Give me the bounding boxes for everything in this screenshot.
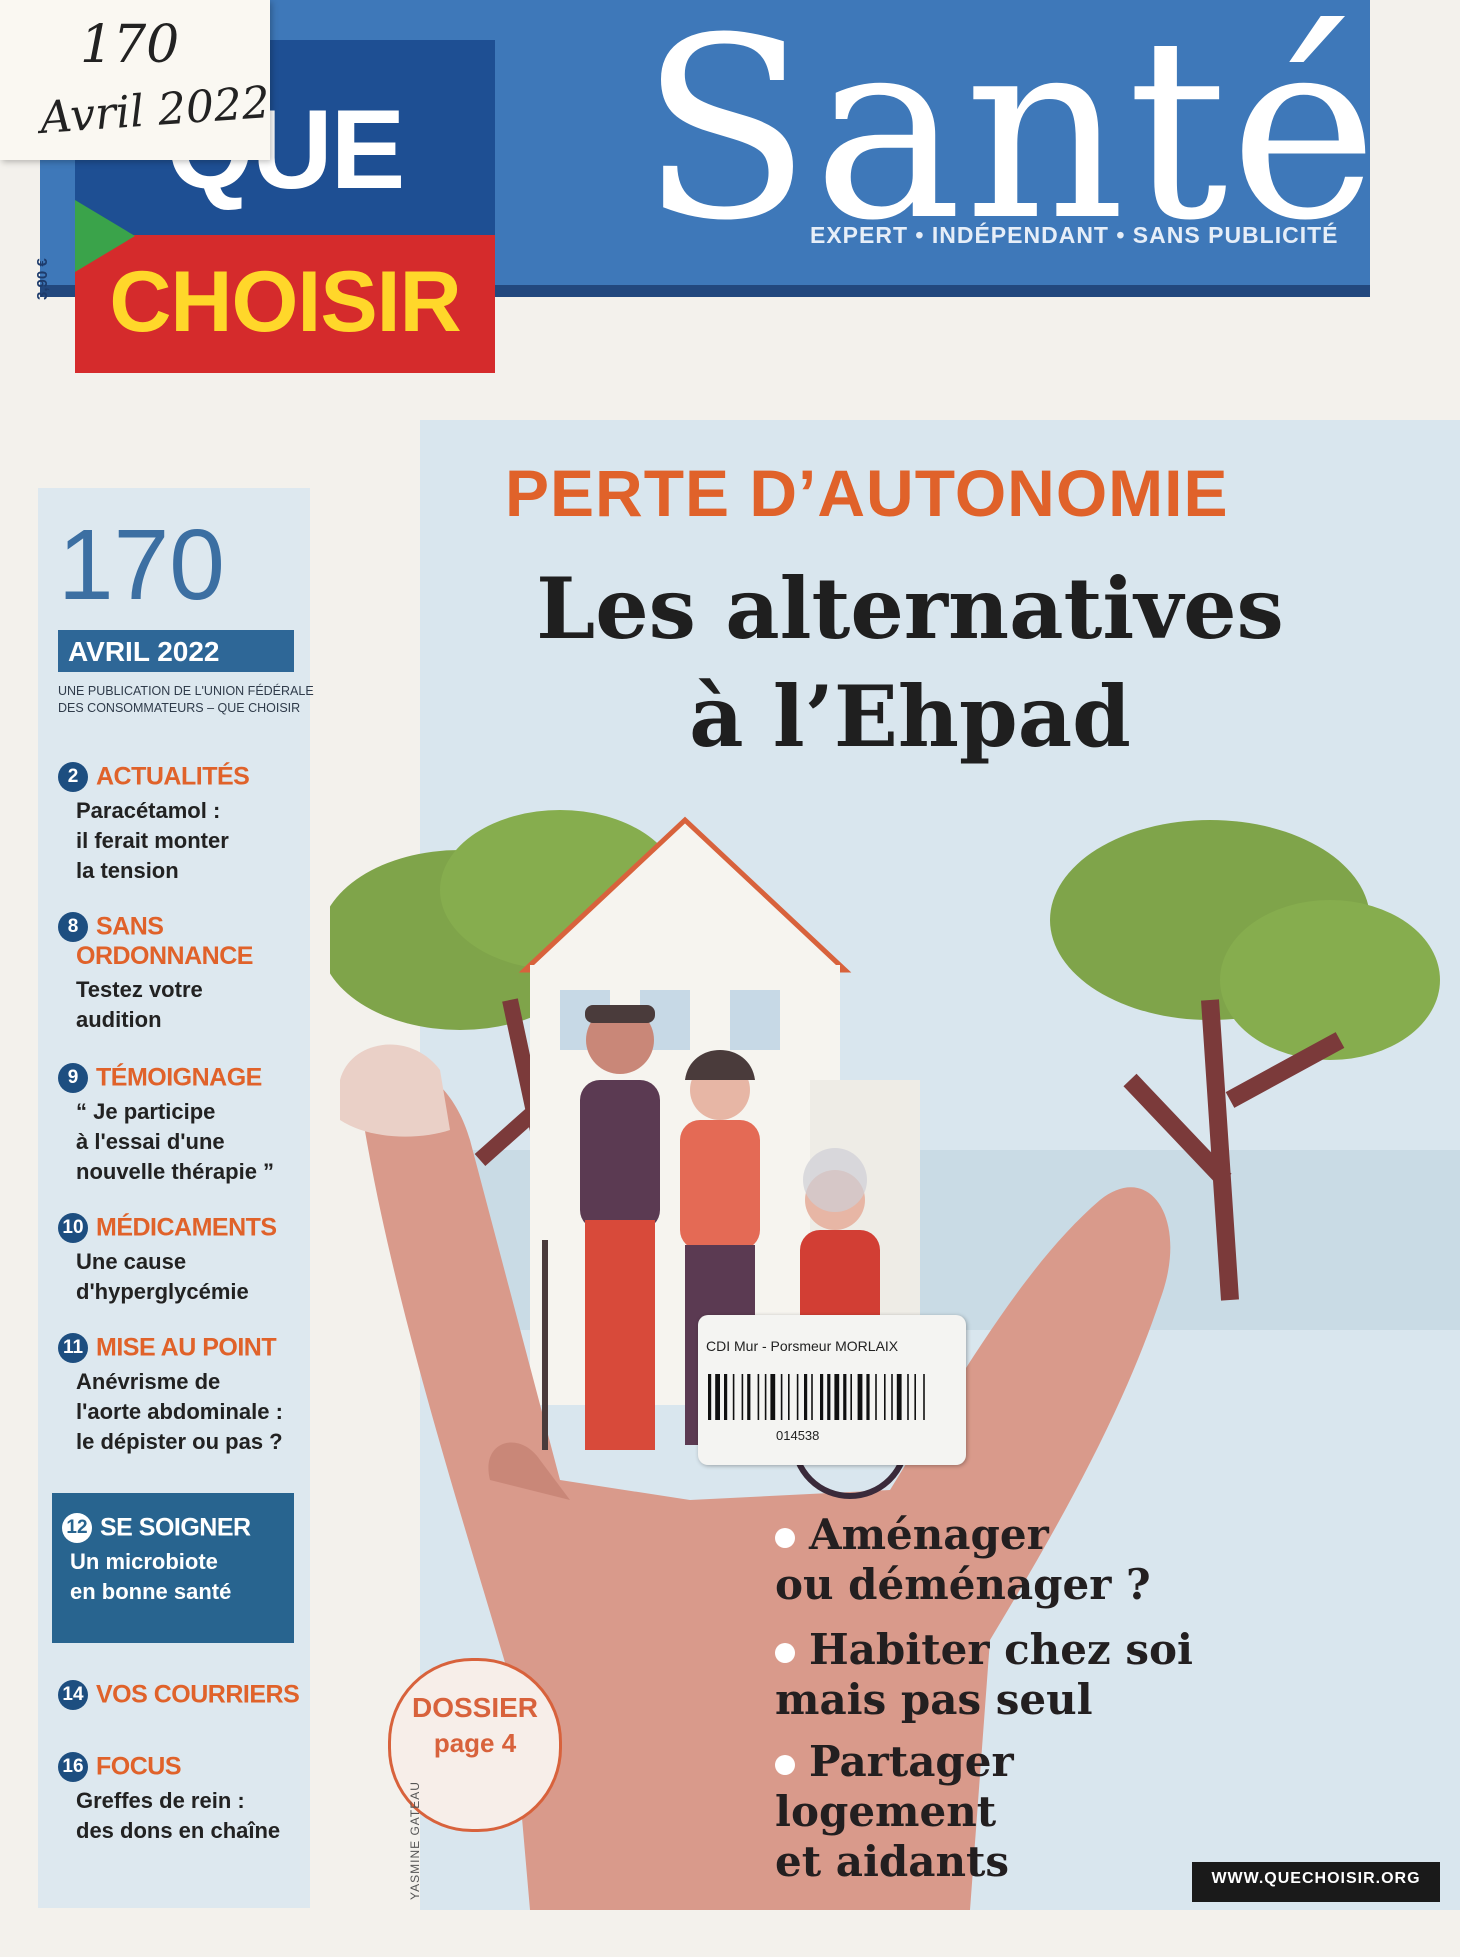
- barcode-icon: [708, 1374, 925, 1420]
- toc-section-continued: ORDONNANCE: [76, 942, 253, 970]
- illustrator-credit: YASMINE GATEAU: [408, 1781, 422, 1900]
- toc-page-number: 11: [58, 1333, 88, 1363]
- toc-description: Anévrisme de l'aorte abdominale : le dép…: [76, 1369, 283, 1454]
- toc-page-number: 9: [58, 1063, 88, 1093]
- toc-section: VOS COURRIERS: [96, 1680, 300, 1709]
- toc-description: Une cause d'hyperglycémie: [76, 1249, 249, 1304]
- toc-description: Greffes de rein : des dons en chaîne: [76, 1788, 281, 1843]
- publisher-note: UNE PUBLICATION DE L'UNION FÉDÉRALE DES …: [58, 684, 314, 715]
- toc-section: TÉMOIGNAGE: [96, 1063, 262, 1092]
- headline-kicker: PERTE D’AUTONOMIE: [505, 456, 1229, 530]
- library-sticker-label: CDI Mur - Porsmeur MORLAIX: [706, 1338, 899, 1354]
- toc-item: 9 TÉMOIGNAGE “ Je participe à l'essai d'u…: [58, 1063, 318, 1187]
- toc-page-number: 16: [58, 1752, 88, 1782]
- toc-description: “ Je participe à l'essai d'une nouvelle …: [76, 1099, 275, 1184]
- toc-section: SANS: [96, 912, 164, 941]
- toc-item: 11 MISE AU POINT Anévrisme de l'aorte abd…: [58, 1333, 318, 1457]
- toc-item: 2 ACTUALITÉS Paracétamol : il ferait mont…: [58, 762, 318, 886]
- toc-item: 8 SANS ORDONNANCE Testez votre audition: [58, 912, 318, 1035]
- toc-item: 10 MÉDICAMENTS Une cause d'hyperglycémie: [58, 1213, 318, 1307]
- toc-page-number: 14: [58, 1680, 88, 1710]
- sticky-note-issue: 170: [80, 15, 180, 75]
- toc-page-number: 10: [58, 1213, 88, 1243]
- website-url: WWW.QUECHOISIR.ORG: [1211, 1870, 1421, 1887]
- toc-section: ACTUALITÉS: [96, 762, 250, 791]
- toc-description: Paracétamol : il ferait monter la tensio…: [76, 798, 229, 883]
- bullet-dot-icon: [775, 1755, 795, 1775]
- brand-triangle-icon: [75, 200, 135, 272]
- dossier-page: page 4: [433, 1728, 517, 1758]
- issue-date: AVRIL 2022: [68, 636, 220, 667]
- library-sticker-code: 014538: [776, 1428, 820, 1443]
- toc-item: 12 SE SOIGNER Un microbiote en bonne sant…: [62, 1513, 294, 1607]
- toc-section: FOCUS: [96, 1752, 182, 1781]
- toc-section: MÉDICAMENTS: [96, 1213, 277, 1242]
- bullet-dot-icon: [775, 1528, 795, 1548]
- magazine-tagline: EXPERT • INDÉPENDANT • SANS PUBLICITÉ: [810, 222, 1339, 248]
- bullet-dot-icon: [775, 1643, 795, 1663]
- toc-section: MISE AU POINT: [96, 1333, 277, 1362]
- toc-page-number: 8: [58, 912, 88, 942]
- toc-item: 14 VOS COURRIERS: [58, 1680, 318, 1710]
- headline-main: Les alternatives à l’Ehpad: [460, 555, 1360, 771]
- toc-description: Testez votre audition: [76, 977, 203, 1032]
- headline-line-2: à l’Ehpad: [689, 667, 1131, 766]
- toc-highlight-box: 12 SE SOIGNER Un microbiote en bonne sant…: [52, 1493, 294, 1643]
- toc-page-number: 12: [62, 1513, 92, 1543]
- toc-item: 16 FOCUS Greffes de rein : des dons en ch…: [58, 1752, 318, 1846]
- cover-bullet-1: Aménager ou déménager ?: [775, 1510, 1151, 1609]
- cover-price: 3,90 €: [34, 258, 51, 300]
- brand-choisir-text: CHOISIR: [109, 254, 461, 350]
- dossier-title: DOSSIER: [411, 1692, 539, 1723]
- toc-page-number: 2: [58, 762, 88, 792]
- cover-bullet-2: Habiter chez soi mais pas seul: [775, 1625, 1194, 1724]
- issue-number: 170: [58, 509, 225, 621]
- toc-description: Un microbiote en bonne santé: [70, 1549, 232, 1604]
- toc-section: SE SOIGNER: [100, 1513, 251, 1542]
- headline-line-1: Les alternatives: [536, 559, 1284, 658]
